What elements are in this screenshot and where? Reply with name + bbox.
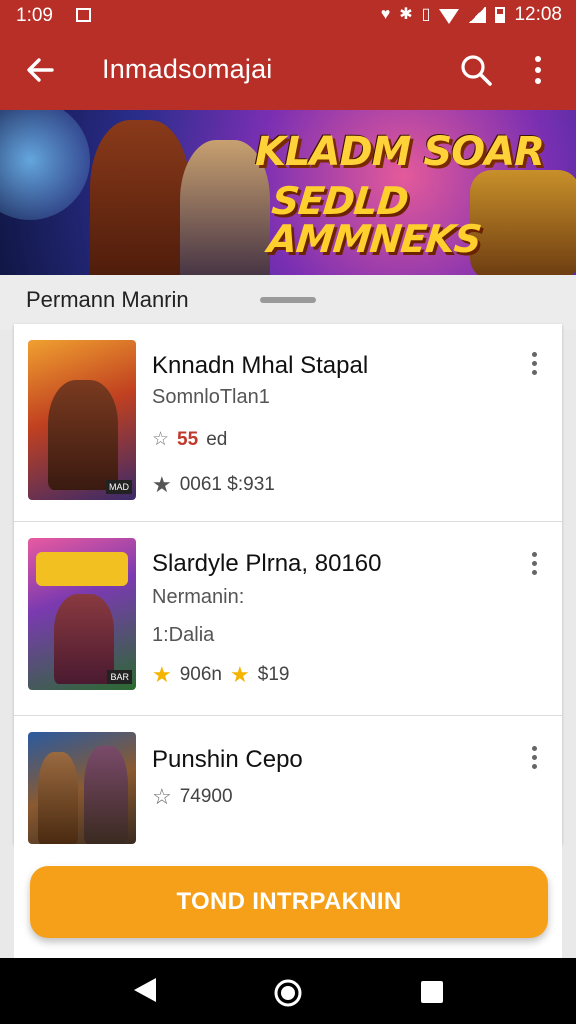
promo-banner[interactable]: KLADM SOAR SEDLD AMMNEKS xyxy=(0,110,576,275)
item-more-icon[interactable] xyxy=(526,350,542,380)
thumbnail-art xyxy=(48,380,118,490)
status-time-left: 1:09 xyxy=(16,5,53,26)
item-title: Punshin Cepo xyxy=(152,746,303,773)
item-more-icon[interactable] xyxy=(526,550,542,580)
thumbnail-badge: MAD xyxy=(106,480,132,494)
primary-action-button[interactable]: TOND INTRPAKNIN xyxy=(30,866,548,938)
search-icon[interactable] xyxy=(458,52,494,88)
item-price-row: ★ 906n ★ $19 xyxy=(152,662,289,688)
wifi-icon xyxy=(439,8,460,24)
nav-home-icon[interactable] xyxy=(273,978,303,1008)
thumbnail-badge: BAR xyxy=(107,670,132,684)
system-nav-bar xyxy=(0,958,576,1024)
item-rating: ☆ 55 ed xyxy=(152,428,227,451)
thumbnail-art xyxy=(54,594,114,684)
section-header: Permann Manrin xyxy=(0,275,576,330)
banner-subtitle: SEDLD AMMNEKS xyxy=(265,179,483,261)
banner-title: KLADM SOAR xyxy=(255,129,545,175)
price-text: 906n xyxy=(179,664,223,685)
status-bar: 1:09 ♥ ✱ ▯ 12:08 xyxy=(0,0,576,32)
item-subtitle: Nermanin: xyxy=(152,586,245,608)
heart-icon: ♥ xyxy=(380,6,391,23)
bluetooth-icon: ✱ xyxy=(399,6,413,23)
item-price-row: ★ 0061 $:931 xyxy=(152,472,275,498)
rating-suffix: ed xyxy=(206,428,228,450)
thumbnail-art xyxy=(38,752,78,844)
item-title: Slardyle Plrna, 80160 xyxy=(152,550,382,577)
item-subtitle: SomnloTlan1 xyxy=(152,386,270,408)
battery-icon xyxy=(495,7,506,23)
star-outline-icon: ☆ xyxy=(152,429,170,450)
game-thumbnail[interactable]: MAD xyxy=(28,340,136,500)
thumbnail-logo xyxy=(36,552,128,586)
star-gold-icon: ★ xyxy=(152,662,172,687)
price-text-2: $19 xyxy=(257,664,290,685)
arrow-back-icon[interactable] xyxy=(22,52,58,88)
item-more-icon[interactable] xyxy=(526,744,542,774)
game-thumbnail[interactable]: BAR xyxy=(28,538,136,690)
app-bar: Inmadsomajai xyxy=(0,32,576,110)
star-gold-icon: ★ xyxy=(230,662,250,687)
nav-recents-icon[interactable] xyxy=(420,980,444,1004)
star-filled-icon: ★ xyxy=(152,472,172,497)
vibrate-icon: ▯ xyxy=(421,6,431,23)
status-time-right: 12:08 xyxy=(514,4,562,25)
list-item[interactable]: BAR Slardyle Plrna, 80160 Nermanin: 1:Da… xyxy=(14,522,562,716)
thumbnail-art-2 xyxy=(84,746,128,844)
list-item[interactable]: MAD Knnadn Mhal Stapal SomnloTlan1 ☆ 55 … xyxy=(14,324,562,522)
item-title: Knnadn Mhal Stapal xyxy=(152,352,369,379)
more-vert-icon[interactable] xyxy=(526,52,550,88)
status-icons: ♥ ✱ ▯ 12:08 xyxy=(381,4,562,26)
game-thumbnail[interactable] xyxy=(28,732,136,844)
rating-value: 55 xyxy=(177,428,199,450)
rating-value: 74900 xyxy=(179,786,233,807)
star-outline-icon: ☆ xyxy=(152,784,172,809)
banner-glow xyxy=(0,110,90,220)
notification-icon xyxy=(76,8,91,22)
page-title: Inmadsomajai xyxy=(102,54,273,84)
banner-character-1 xyxy=(90,120,190,275)
game-list: MAD Knnadn Mhal Stapal SomnloTlan1 ☆ 55 … xyxy=(14,324,562,844)
price-text: 0061 $:931 xyxy=(179,474,275,495)
section-label: Permann Manrin xyxy=(26,287,189,312)
list-item[interactable]: Punshin Cepo ☆ 74900 xyxy=(14,716,562,844)
nav-back-icon[interactable] xyxy=(132,976,158,1004)
drag-handle[interactable] xyxy=(260,297,316,303)
signal-icon xyxy=(468,7,487,23)
item-category: 1:Dalia xyxy=(152,624,215,646)
item-rating: ☆ 74900 xyxy=(152,784,233,810)
